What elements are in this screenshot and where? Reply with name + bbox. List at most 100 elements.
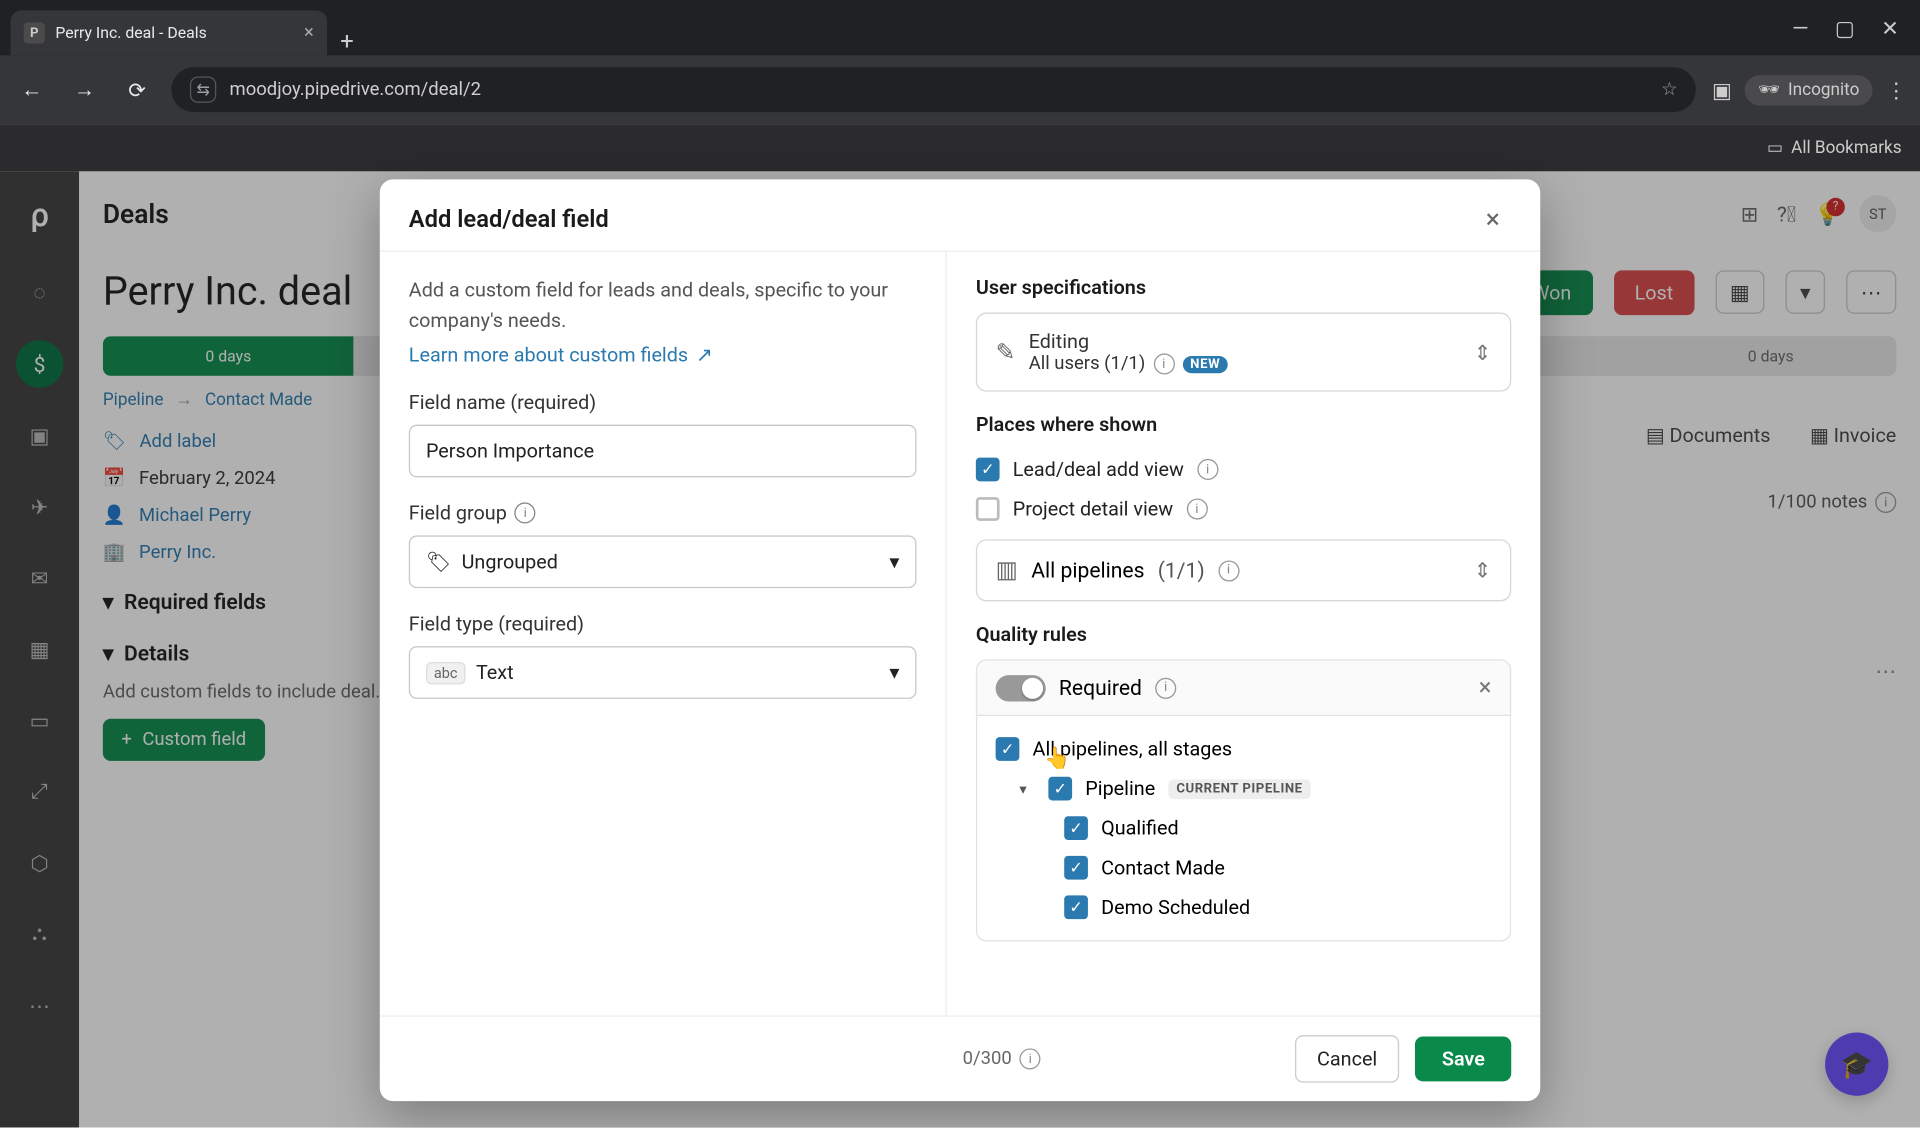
new-tab-button[interactable]: + <box>327 28 367 56</box>
url-text: moodjoy.pipedrive.com/deal/2 <box>230 79 482 100</box>
tag-icon: 🏷 <box>426 550 451 574</box>
editing-users-card[interactable]: Editing All users (1/1) i NEW ⇕ <box>976 313 1511 392</box>
modal-intro: Add a custom field for leads and deals, … <box>409 276 917 335</box>
modal-close-button[interactable]: × <box>1474 200 1511 237</box>
browser-chrome: P Perry Inc. deal - Deals × + — ▢ ✕ ← → … <box>0 0 1920 124</box>
modal-header: Add lead/deal field × <box>380 179 1540 250</box>
stage-demo-label: Demo Scheduled <box>1101 895 1250 919</box>
bookmarks-bar: ▭ All Bookmarks <box>0 124 1920 171</box>
extensions-icon[interactable]: ▣ <box>1712 77 1732 102</box>
editing-label: Editing <box>1029 330 1229 354</box>
stage-contactmade-label: Contact Made <box>1101 856 1225 880</box>
incognito-badge[interactable]: 🕶 Incognito <box>1745 75 1872 105</box>
editing-users-text: All users (1/1) <box>1029 353 1146 374</box>
field-type-select[interactable]: abc Text ▾ <box>409 646 917 699</box>
modal-body: Add a custom field for leads and deals, … <box>380 251 1540 1016</box>
cancel-button[interactable]: Cancel <box>1295 1035 1400 1082</box>
site-info-icon[interactable]: ⇆ <box>190 76 216 102</box>
pipeline-label: Pipeline <box>1085 777 1155 801</box>
all-pipelines-checkbox[interactable]: ✓ <box>996 737 1020 761</box>
pipelines-label: All pipelines <box>1031 558 1144 583</box>
incognito-label: Incognito <box>1788 80 1859 100</box>
back-button[interactable]: ← <box>13 71 50 108</box>
incognito-icon: 🕶 <box>1758 80 1780 100</box>
field-group-info-icon[interactable]: i <box>515 502 536 523</box>
required-remove-button[interactable]: × <box>1479 674 1492 702</box>
places-heading: Places where shown <box>976 413 1511 437</box>
close-window-icon[interactable]: ✕ <box>1881 15 1899 40</box>
bookmark-star-icon[interactable]: ☆ <box>1661 79 1678 100</box>
field-name-input[interactable] <box>409 425 917 478</box>
pipelines-info-icon[interactable]: i <box>1218 560 1239 581</box>
external-link-icon: ↗ <box>696 343 713 367</box>
save-button[interactable]: Save <box>1416 1036 1512 1081</box>
required-label: Required <box>1059 675 1142 700</box>
stage-demo-checkbox[interactable]: ✓ <box>1064 895 1088 919</box>
stage-qualified-row: ✓ Qualified <box>996 808 1492 848</box>
editing-info-icon[interactable]: i <box>1153 353 1174 374</box>
required-info-icon[interactable]: i <box>1155 677 1176 698</box>
tab-favicon: P <box>24 22 45 43</box>
place-project-info-icon[interactable]: i <box>1186 498 1207 519</box>
window-controls: — ▢ ✕ <box>1792 15 1920 40</box>
expand-icon: ⇕ <box>1474 558 1492 583</box>
stage-contactmade-checkbox[interactable]: ✓ <box>1064 856 1088 880</box>
user-spec-heading: User specifications <box>976 276 1511 300</box>
chrome-menu-icon[interactable]: ⋮ <box>1886 77 1907 102</box>
forward-button[interactable]: → <box>66 71 103 108</box>
address-bar: ← → ⟳ ⇆ moodjoy.pipedrive.com/deal/2 ☆ ▣… <box>0 55 1920 124</box>
stage-demo-row: ✓ Demo Scheduled <box>996 887 1492 927</box>
place-project-checkbox[interactable] <box>976 497 1000 521</box>
expand-icon: ⇕ <box>1474 340 1492 365</box>
char-count-info-icon[interactable]: i <box>1020 1048 1041 1069</box>
pipelines-count: (1/1) <box>1158 558 1205 583</box>
field-group-label-text: Field group <box>409 501 507 525</box>
all-pipelines-label: All pipelines, all stages <box>1033 737 1233 761</box>
required-toggle[interactable] <box>996 675 1046 701</box>
pipeline-caret-icon[interactable]: ▾ <box>1019 780 1035 797</box>
pipelines-icon <box>996 556 1018 584</box>
browser-tab[interactable]: P Perry Inc. deal - Deals × <box>11 11 327 56</box>
place-project-label: Project detail view <box>1013 497 1173 521</box>
place-project-row: Project detail view i <box>976 489 1511 529</box>
char-count-text: 0/300 <box>963 1048 1012 1069</box>
minimize-icon[interactable]: — <box>1792 15 1808 40</box>
pipeline-checkbox[interactable]: ✓ <box>1048 777 1072 801</box>
text-type-icon: abc <box>426 661 465 683</box>
all-pipelines-row: ✓ All pipelines, all stages <box>996 729 1492 769</box>
tab-title: Perry Inc. deal - Deals <box>55 24 293 42</box>
place-lead-info-icon[interactable]: i <box>1197 459 1218 480</box>
app-root: ⍴ ◌ $ ▣ ✈ ✉ ▦ ▭ ⤢ ⬡ ⛬ ⋯ Deals ⊞ ?⃝ 💡? ST… <box>0 171 1920 1127</box>
place-lead-checkbox[interactable]: ✓ <box>976 458 1000 482</box>
chevron-down-icon: ▾ <box>889 550 899 574</box>
current-pipeline-badge: CURRENT PIPELINE <box>1168 779 1310 799</box>
stage-qualified-label: Qualified <box>1101 816 1179 840</box>
all-bookmarks-link[interactable]: All Bookmarks <box>1791 138 1901 158</box>
field-group-label: Field group i <box>409 501 917 525</box>
field-group-value: Ungrouped <box>462 550 558 574</box>
folder-icon: ▭ <box>1767 138 1783 158</box>
pipeline-row: ▾ ✓ Pipeline CURRENT PIPELINE <box>996 769 1492 809</box>
toggle-knob <box>1022 677 1043 698</box>
learn-more-link[interactable]: Learn more about custom fields ↗ <box>409 343 713 367</box>
tab-close-icon[interactable]: × <box>304 22 314 43</box>
field-type-value: Text <box>476 661 514 685</box>
new-badge: NEW <box>1182 355 1228 372</box>
learn-more-text: Learn more about custom fields <box>409 343 688 367</box>
modal-footer: 0/300 i Cancel Save <box>380 1015 1540 1101</box>
field-group-select[interactable]: 🏷 Ungrouped ▾ <box>409 535 917 588</box>
pencil-icon <box>996 338 1016 366</box>
chevron-down-icon: ▾ <box>889 661 899 685</box>
stage-qualified-checkbox[interactable]: ✓ <box>1064 816 1088 840</box>
quality-heading: Quality rules <box>976 622 1511 646</box>
required-toggle-row: Required i × <box>976 659 1511 716</box>
reload-button[interactable]: ⟳ <box>119 71 156 108</box>
field-name-label: Field name (required) <box>409 390 917 414</box>
pipeline-tree: ✓ All pipelines, all stages ▾ ✓ Pipeline… <box>976 716 1511 941</box>
maximize-icon[interactable]: ▢ <box>1835 15 1855 40</box>
add-field-modal: Add lead/deal field × Add a custom field… <box>380 179 1540 1101</box>
pipelines-card[interactable]: All pipelines (1/1) i ⇕ <box>976 539 1511 601</box>
modal-overlay: Add lead/deal field × Add a custom field… <box>0 171 1920 1127</box>
modal-left-column: Add a custom field for leads and deals, … <box>380 252 947 1016</box>
url-field[interactable]: ⇆ moodjoy.pipedrive.com/deal/2 ☆ <box>171 67 1696 112</box>
